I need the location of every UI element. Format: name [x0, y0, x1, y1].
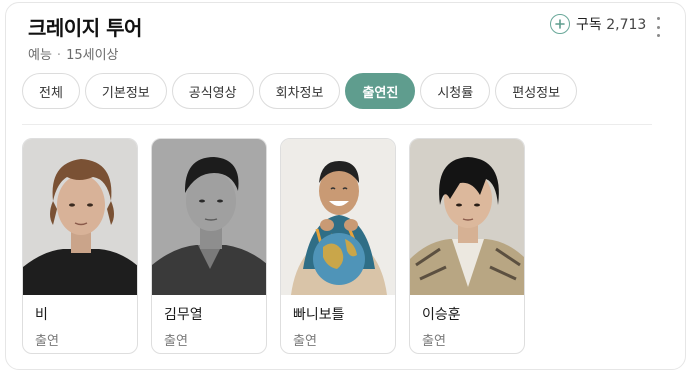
tab-episodes[interactable]: 회차정보 — [258, 73, 341, 109]
cast-card[interactable]: 이승훈 출연 — [409, 138, 525, 354]
cast-list: 비 출연 김무열 출연 빠니보틀 출연 이승훈 출연 — [22, 138, 525, 354]
cast-name: 비 — [35, 307, 48, 323]
cast-photo — [23, 139, 137, 295]
program-meta: 예능 · 15세이상 — [28, 44, 119, 63]
tab-official-video[interactable]: 공식영상 — [171, 73, 254, 109]
tab-schedule[interactable]: 편성정보 — [495, 73, 578, 109]
tab-all[interactable]: 전체 — [22, 73, 80, 109]
tab-basic-info[interactable]: 기본정보 — [84, 73, 167, 109]
cast-role: 출연 — [35, 334, 59, 349]
subscribe-count: 2,713 — [606, 17, 647, 33]
tab-bar: 전체 기본정보 공식영상 회차정보 출연진 시청률 편성정보 — [22, 73, 578, 109]
tab-cast[interactable]: 출연진 — [345, 73, 416, 109]
plus-circle-icon — [550, 14, 570, 34]
cast-photo — [410, 139, 524, 295]
tab-ratings[interactable]: 시청률 — [420, 73, 491, 109]
meta-separator: · — [56, 48, 62, 63]
cast-role: 출연 — [293, 334, 317, 349]
cast-name: 빠니보틀 — [293, 307, 345, 323]
cast-role: 출연 — [422, 334, 446, 349]
subscribe-text: 구독 — [576, 17, 602, 33]
section-divider — [22, 124, 652, 125]
genre-label: 예능 — [28, 48, 52, 63]
more-vertical-icon[interactable] — [652, 17, 664, 37]
cast-card[interactable]: 빠니보틀 출연 — [280, 138, 396, 354]
program-title[interactable]: 크레이지 투어 — [28, 12, 142, 41]
cast-name: 김무열 — [164, 307, 203, 323]
cast-card[interactable]: 김무열 출연 — [151, 138, 267, 354]
cast-role: 출연 — [164, 334, 188, 349]
cast-photo — [152, 139, 266, 295]
rating-label: 15세이상 — [66, 48, 119, 63]
subscribe-button[interactable]: 구독 2,713 — [550, 12, 646, 36]
subscribe-label: 구독 2,713 — [576, 14, 646, 34]
cast-name: 이승훈 — [422, 307, 461, 323]
cast-card[interactable]: 비 출연 — [22, 138, 138, 354]
cast-photo — [281, 139, 395, 295]
